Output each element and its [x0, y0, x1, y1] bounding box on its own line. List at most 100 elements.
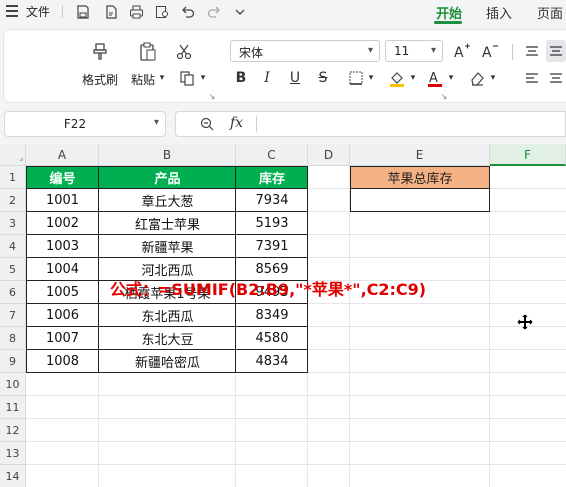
- insert-function-icon[interactable]: fx: [230, 115, 243, 131]
- summary-value-cell[interactable]: [350, 189, 490, 212]
- column-header-c[interactable]: C: [236, 144, 308, 166]
- summary-label-cell[interactable]: 苹果总库存: [350, 166, 490, 189]
- table-cell[interactable]: 1002: [26, 212, 99, 235]
- save-icon[interactable]: [74, 2, 92, 22]
- undo-icon[interactable]: [178, 2, 198, 22]
- table-cell[interactable]: 7934: [236, 189, 308, 212]
- clear-format-icon[interactable]: [466, 68, 488, 88]
- summary-border: [489, 166, 490, 212]
- fill-color-icon[interactable]: [386, 68, 408, 88]
- select-all-corner[interactable]: [0, 144, 26, 166]
- row-header-7[interactable]: 7: [0, 304, 26, 327]
- tab-insert[interactable]: 插入: [486, 3, 512, 22]
- row-header-4[interactable]: 4: [0, 235, 26, 258]
- column-header-a[interactable]: A: [26, 144, 99, 166]
- column-header-f[interactable]: F: [490, 144, 566, 166]
- table-cell[interactable]: 红富士苹果: [99, 212, 236, 235]
- bold-button[interactable]: B: [232, 68, 250, 88]
- italic-button[interactable]: I: [258, 68, 276, 88]
- title-bar: 文件 开始 插入 页面: [0, 0, 566, 24]
- decrease-font-size-icon[interactable]: A: [480, 41, 500, 61]
- tab-page[interactable]: 页面: [537, 3, 563, 22]
- table-cell[interactable]: 1008: [26, 350, 99, 373]
- paste-icon[interactable]: [136, 40, 160, 64]
- font-family-select[interactable]: 宋体 ▾: [230, 40, 380, 62]
- name-box[interactable]: F22 ▾: [4, 111, 166, 137]
- table-cell[interactable]: 8349: [236, 304, 308, 327]
- format-painter-icon[interactable]: [88, 40, 112, 64]
- zoom-search-icon[interactable]: [198, 116, 216, 132]
- copy-icon[interactable]: [176, 68, 198, 88]
- table-cell[interactable]: 5193: [236, 212, 308, 235]
- menu-icon[interactable]: [6, 5, 18, 17]
- copy-dropdown-icon[interactable]: ▾: [198, 72, 208, 84]
- underline-button[interactable]: U: [286, 68, 304, 88]
- border-dropdown-icon[interactable]: ▾: [366, 68, 376, 88]
- fill-color-dropdown-icon[interactable]: ▾: [408, 68, 418, 88]
- clear-format-dropdown-icon[interactable]: ▾: [488, 68, 498, 88]
- column-header-d[interactable]: D: [308, 144, 350, 166]
- format-painter-label[interactable]: 格式刷: [82, 71, 118, 88]
- table-cell[interactable]: 1006: [26, 304, 99, 327]
- table-cell[interactable]: 新疆哈密瓜: [99, 350, 236, 373]
- row-header-9[interactable]: 9: [0, 350, 26, 373]
- file-menu[interactable]: 文件: [26, 3, 50, 20]
- paste-label[interactable]: 粘贴: [131, 71, 155, 88]
- align-center-icon[interactable]: [546, 68, 566, 88]
- table-cell[interactable]: 1001: [26, 189, 99, 212]
- font-color-icon[interactable]: A: [424, 68, 446, 88]
- strikethrough-button[interactable]: S: [314, 68, 332, 88]
- table-cell[interactable]: 4580: [236, 327, 308, 350]
- chevron-down-icon[interactable]: ▾: [154, 117, 159, 128]
- table-border: [26, 349, 308, 350]
- table-header-cell[interactable]: 库存: [236, 166, 308, 189]
- align-left-icon[interactable]: [524, 68, 540, 88]
- font-size-select[interactable]: 11 ▾: [385, 40, 443, 62]
- align-middle-icon[interactable]: [546, 40, 566, 62]
- row-header-11[interactable]: 11: [0, 396, 26, 419]
- font-color-dropdown-icon[interactable]: ▾: [446, 68, 456, 88]
- divider: [62, 5, 63, 18]
- table-header-cell[interactable]: 编号: [26, 166, 99, 189]
- table-cell[interactable]: 1003: [26, 235, 99, 258]
- summary-border: [350, 211, 490, 212]
- tab-home[interactable]: 开始: [436, 3, 462, 22]
- export-pdf-icon[interactable]: [102, 2, 120, 22]
- table-cell[interactable]: 1004: [26, 258, 99, 281]
- gridline: [489, 166, 490, 487]
- align-top-icon[interactable]: [524, 42, 540, 60]
- print-icon[interactable]: [126, 2, 146, 22]
- column-header-e[interactable]: E: [350, 144, 490, 166]
- increase-font-size-icon[interactable]: A: [452, 41, 472, 61]
- table-cell[interactable]: 东北西瓜: [99, 304, 236, 327]
- font-expand-icon[interactable]: ↘: [440, 92, 448, 101]
- table-cell[interactable]: 新疆苹果: [99, 235, 236, 258]
- row-header-12[interactable]: 12: [0, 419, 26, 442]
- spreadsheet-grid[interactable]: ABCDEF123456789101112131415编号产品库存1001章丘大…: [0, 144, 566, 487]
- table-cell[interactable]: 1005: [26, 281, 99, 304]
- row-header-14[interactable]: 14: [0, 465, 26, 487]
- row-header-13[interactable]: 13: [0, 442, 26, 465]
- table-cell[interactable]: 4834: [236, 350, 308, 373]
- clipboard-expand-icon[interactable]: ↘: [208, 92, 216, 101]
- row-header-10[interactable]: 10: [0, 373, 26, 396]
- column-header-b[interactable]: B: [99, 144, 236, 166]
- redo-icon[interactable]: [204, 2, 224, 22]
- paste-dropdown-icon[interactable]: ▾: [157, 72, 167, 84]
- cut-icon[interactable]: [174, 42, 194, 62]
- table-header-cell[interactable]: 产品: [99, 166, 236, 189]
- summary-border: [350, 166, 351, 212]
- border-icon[interactable]: [345, 68, 367, 88]
- table-cell[interactable]: 1007: [26, 327, 99, 350]
- table-cell[interactable]: 章丘大葱: [99, 189, 236, 212]
- row-header-8[interactable]: 8: [0, 327, 26, 350]
- chevron-down-icon[interactable]: [230, 2, 250, 22]
- row-header-1[interactable]: 1: [0, 166, 26, 189]
- row-header-2[interactable]: 2: [0, 189, 26, 212]
- row-header-5[interactable]: 5: [0, 258, 26, 281]
- row-header-6[interactable]: 6: [0, 281, 26, 304]
- row-header-3[interactable]: 3: [0, 212, 26, 235]
- print-preview-icon[interactable]: [152, 2, 172, 22]
- table-cell[interactable]: 东北大豆: [99, 327, 236, 350]
- table-cell[interactable]: 7391: [236, 235, 308, 258]
